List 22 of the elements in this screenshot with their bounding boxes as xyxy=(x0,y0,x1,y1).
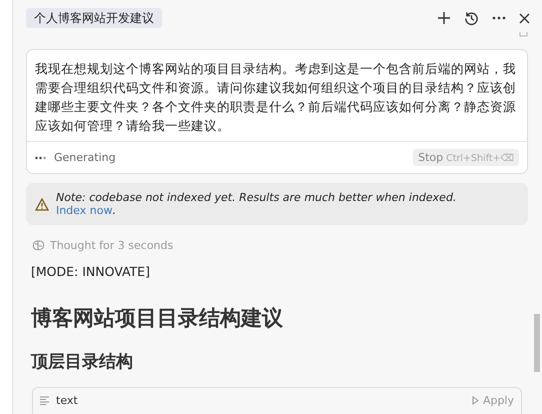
history-icon[interactable] xyxy=(464,10,479,26)
apply-button[interactable]: Apply xyxy=(472,394,514,407)
corner-icon xyxy=(519,32,528,37)
scrollbar-thumb[interactable] xyxy=(534,314,540,372)
more-icon[interactable] xyxy=(492,16,506,20)
warning-icon xyxy=(35,198,49,210)
prompt-text: 我现在想规划这个博客网站的项目目录结构。考虑到这是一个包含前后端的网站，我需要合理组织代码文件和资源。请问你建议我如何组织这个项目的目录结构？应该创建哪些主要文件夹？各个文件夹的职责是什么？前后端代码应该如何分离？静态资源应该如何管理？请给我一些建议。 xyxy=(34,60,517,135)
chat-tab[interactable]: 个人博客网站开发建议 xyxy=(26,8,162,28)
add-icon[interactable] xyxy=(437,11,451,25)
response-heading: 博客网站项目目录结构建议 xyxy=(31,305,284,332)
mode-text: [MODE: INNOVATE] xyxy=(31,264,151,279)
loading-icon xyxy=(35,156,46,160)
note-text: Note: codebase not indexed yet. Results are much better when indexed. Index now. xyxy=(56,191,458,217)
lines-icon xyxy=(40,396,49,405)
close-icon[interactable] xyxy=(519,12,530,24)
play-icon xyxy=(472,396,479,405)
index-now-link[interactable]: Index now xyxy=(56,204,112,217)
section-heading: 顶层目录结构 xyxy=(31,351,134,373)
thought-label[interactable]: Thought for 3 seconds xyxy=(50,239,174,252)
generating-status: Generating xyxy=(54,151,116,164)
code-language: text xyxy=(56,394,78,407)
stop-button[interactable]: Stop Ctrl+Shift+⌫ xyxy=(413,149,519,166)
